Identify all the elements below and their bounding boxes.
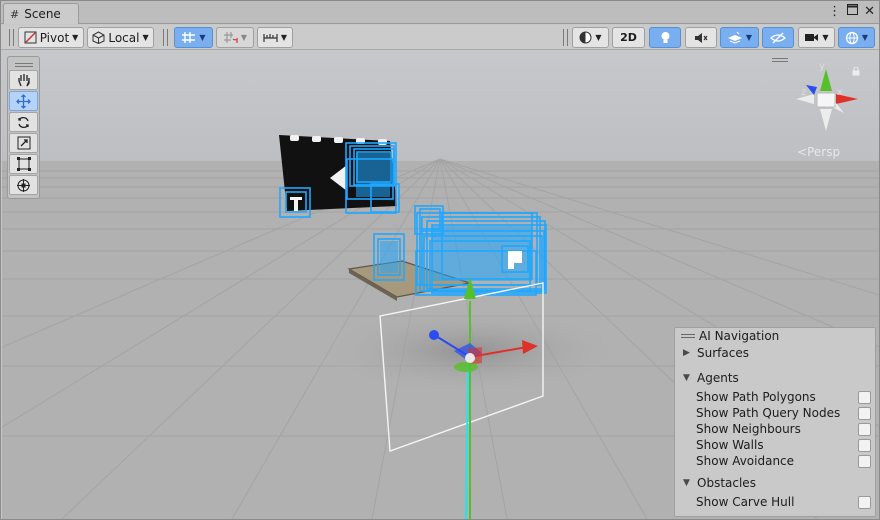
ruler-dropdown[interactable]: ▼ bbox=[257, 27, 293, 48]
option-show-neighbours: Show Neighbours bbox=[696, 422, 801, 436]
effects-dropdown[interactable]: ▼ bbox=[720, 27, 759, 48]
section-obstacles[interactable]: ▼ Obstacles bbox=[683, 476, 756, 490]
option-show-walls: Show Walls bbox=[696, 438, 764, 452]
kebab-menu-icon[interactable]: ⋮ bbox=[828, 4, 841, 19]
chevron-down-icon: ▼ bbox=[683, 478, 690, 488]
snap-magnet-icon bbox=[223, 32, 238, 43]
orientation-grip[interactable] bbox=[772, 58, 788, 62]
shading-sphere-icon bbox=[579, 31, 592, 44]
tab-scene-label: Scene bbox=[24, 7, 61, 21]
axis-label-z: z bbox=[801, 87, 807, 98]
rotate-tool[interactable] bbox=[9, 112, 38, 132]
tool-palette-grip[interactable] bbox=[14, 63, 33, 67]
chevron-down-icon: ▼ bbox=[861, 33, 869, 42]
move-tool[interactable] bbox=[9, 91, 38, 111]
section-surfaces-label: Surfaces bbox=[697, 346, 749, 360]
ai-navigation-title: AI Navigation bbox=[699, 329, 780, 343]
move-arrows-icon bbox=[16, 93, 31, 109]
lightbulb-icon bbox=[661, 32, 669, 43]
chevron-down-icon: ▼ bbox=[683, 373, 690, 383]
scale-tool[interactable] bbox=[9, 133, 38, 153]
effects-layers-icon bbox=[727, 31, 742, 44]
checkbox-show-walls[interactable] bbox=[858, 439, 871, 452]
section-agents-label: Agents bbox=[697, 371, 739, 385]
mode-2d-label: 2D bbox=[620, 31, 637, 44]
audio-toggle[interactable] bbox=[685, 27, 717, 48]
video-camera-icon bbox=[805, 34, 819, 41]
close-icon[interactable]: ✕ bbox=[864, 4, 875, 19]
gizmo-globe-icon bbox=[845, 31, 859, 44]
cube-icon bbox=[92, 31, 105, 44]
chevron-left-icon: < bbox=[797, 145, 808, 159]
toolbar-grip bbox=[9, 29, 14, 46]
chevron-down-icon: ▼ bbox=[199, 33, 206, 42]
eye-slash-icon bbox=[770, 32, 786, 43]
ruler-icon bbox=[263, 33, 278, 42]
scale-icon bbox=[17, 136, 30, 150]
chevron-right-icon: ▶ bbox=[683, 348, 690, 358]
scene-window: # Scene ⋮ ✕ Pivot ▼ Local ▼ ▼ ▼ ▼ ▼ 2D ▼… bbox=[0, 0, 880, 520]
toolbar-separator bbox=[563, 29, 568, 46]
transform-combo-icon bbox=[17, 178, 30, 192]
maximize-icon[interactable] bbox=[847, 4, 859, 19]
z-axis-handle[interactable] bbox=[429, 330, 439, 340]
axis-label-y: y bbox=[819, 61, 825, 72]
grid-snapping-button[interactable]: ▼ bbox=[174, 27, 213, 48]
overlay-grip[interactable] bbox=[681, 334, 695, 338]
tab-bar: # Scene ⋮ ✕ bbox=[1, 1, 879, 24]
chevron-down-icon: ▼ bbox=[280, 33, 288, 42]
checkbox-show-neighbours[interactable] bbox=[858, 423, 871, 436]
gizmos-dropdown[interactable]: ▼ bbox=[838, 27, 875, 48]
chevron-down-icon: ▼ bbox=[142, 33, 149, 42]
lighting-toggle[interactable] bbox=[649, 27, 681, 48]
hand-tool[interactable] bbox=[9, 70, 38, 90]
transform-tool[interactable] bbox=[9, 175, 38, 195]
incremental-snapping-button[interactable]: ▼ bbox=[216, 27, 254, 48]
local-dropdown[interactable]: Local ▼ bbox=[87, 27, 154, 48]
section-obstacles-label: Obstacles bbox=[697, 476, 756, 490]
rect-tool[interactable] bbox=[9, 154, 38, 174]
checkbox-show-carve-hull[interactable] bbox=[858, 496, 871, 509]
tab-scene[interactable]: # Scene bbox=[3, 3, 79, 24]
pivot-dropdown[interactable]: Pivot ▼ bbox=[18, 27, 84, 48]
option-show-path-query-nodes: Show Path Query Nodes bbox=[696, 406, 841, 420]
yz-plane-handle[interactable] bbox=[454, 362, 478, 372]
gizmo-center[interactable] bbox=[465, 353, 475, 363]
checkbox-show-path-query-nodes[interactable] bbox=[858, 407, 871, 420]
chevron-down-icon: ▼ bbox=[595, 33, 602, 42]
chevron-down-icon: ▼ bbox=[745, 33, 753, 42]
pivot-icon bbox=[24, 31, 37, 44]
checkbox-show-avoidance[interactable] bbox=[858, 455, 871, 468]
section-surfaces[interactable]: ▶ Surfaces bbox=[683, 346, 749, 360]
camera-dropdown[interactable]: ▼ bbox=[798, 27, 835, 48]
chevron-down-icon: ▼ bbox=[240, 33, 248, 42]
toolbar-separator bbox=[163, 29, 168, 46]
rect-transform-icon bbox=[16, 157, 31, 171]
tab-actions: ⋮ ✕ bbox=[828, 4, 875, 19]
local-label: Local bbox=[108, 30, 140, 45]
axis-label-x: x bbox=[837, 87, 843, 98]
scene-toolbar: Pivot ▼ Local ▼ ▼ ▼ ▼ ▼ 2D ▼ ▼ ▼ bbox=[1, 25, 879, 50]
chevron-down-icon: ▼ bbox=[72, 33, 79, 42]
shading-mode-dropdown[interactable]: ▼ bbox=[572, 27, 609, 48]
grid-snap-icon bbox=[182, 32, 196, 43]
option-show-carve-hull: Show Carve Hull bbox=[696, 495, 795, 509]
checkbox-show-path-polygons[interactable] bbox=[858, 391, 871, 404]
mode-2d-button[interactable]: 2D bbox=[612, 27, 645, 48]
option-show-avoidance: Show Avoidance bbox=[696, 454, 795, 468]
projection-label: Persp bbox=[807, 145, 841, 159]
section-agents[interactable]: ▼ Agents bbox=[683, 371, 739, 385]
rotate-icon bbox=[18, 116, 29, 128]
lock-icon[interactable] bbox=[852, 65, 860, 79]
projection-toggle[interactable]: <Persp bbox=[797, 145, 840, 159]
tool-palette bbox=[7, 56, 40, 199]
hash-icon: # bbox=[10, 7, 20, 21]
chevron-down-icon: ▼ bbox=[822, 33, 829, 42]
option-show-path-polygons: Show Path Polygons bbox=[696, 390, 816, 404]
scene-visibility-toggle[interactable] bbox=[762, 27, 794, 48]
audio-mute-icon bbox=[695, 32, 708, 43]
ai-navigation-overlay: AI Navigation ▶ Surfaces ▼ Agents Show P… bbox=[674, 327, 876, 517]
pivot-label: Pivot bbox=[39, 30, 70, 45]
hand-icon bbox=[17, 74, 30, 87]
